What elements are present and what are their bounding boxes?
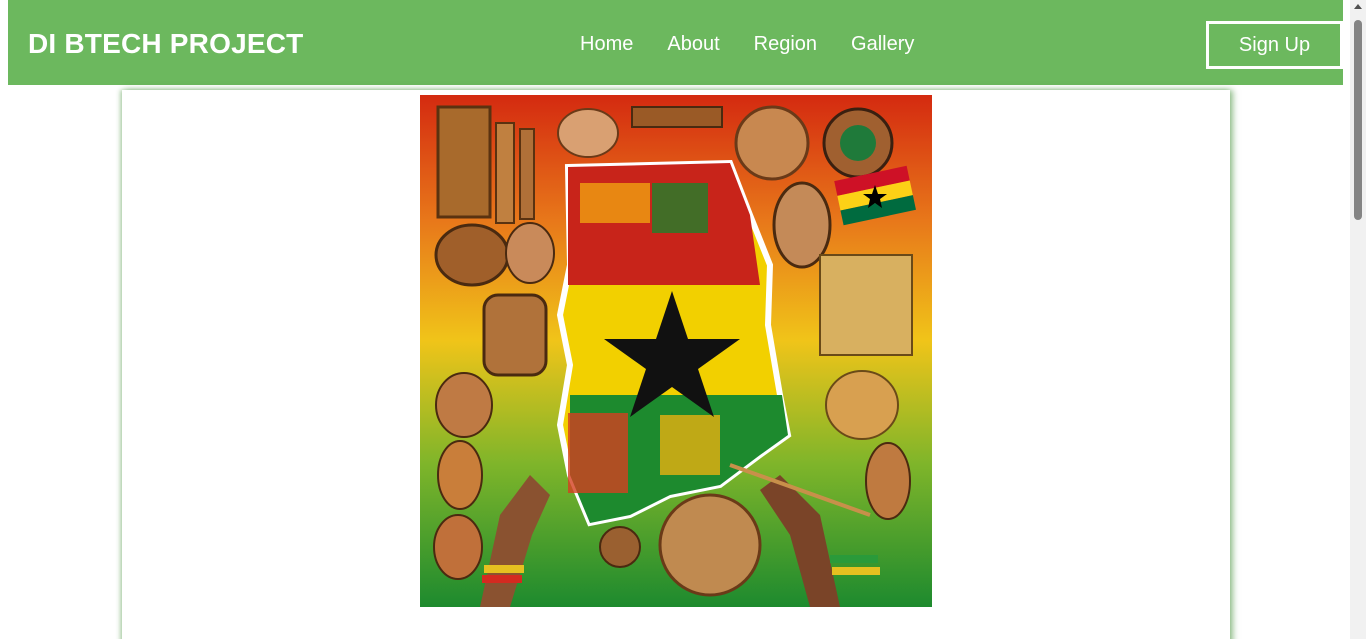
ghana-culture-collage-image [433, 105, 916, 607]
nav-gallery-link[interactable]: Gallery [851, 33, 914, 56]
scroll-up-arrow-icon[interactable] [1354, 4, 1362, 9]
nav-links: Home About Region Gallery [580, 33, 948, 56]
vertical-scrollbar[interactable] [1350, 0, 1366, 639]
scroll-thumb[interactable] [1354, 20, 1362, 220]
page: DI BTECH PROJECT Home About Region Galle… [0, 0, 1366, 639]
content-card [122, 90, 1230, 639]
ghana-map-shape [556, 159, 792, 527]
hero-image [420, 95, 932, 607]
nav-home-link[interactable]: Home [580, 33, 633, 56]
sign-up-button[interactable]: Sign Up [1206, 21, 1343, 69]
site-brand[interactable]: DI BTECH PROJECT [28, 28, 303, 60]
navbar: DI BTECH PROJECT Home About Region Galle… [8, 0, 1343, 85]
nav-region-link[interactable]: Region [754, 33, 817, 56]
nav-about-link[interactable]: About [667, 33, 719, 56]
